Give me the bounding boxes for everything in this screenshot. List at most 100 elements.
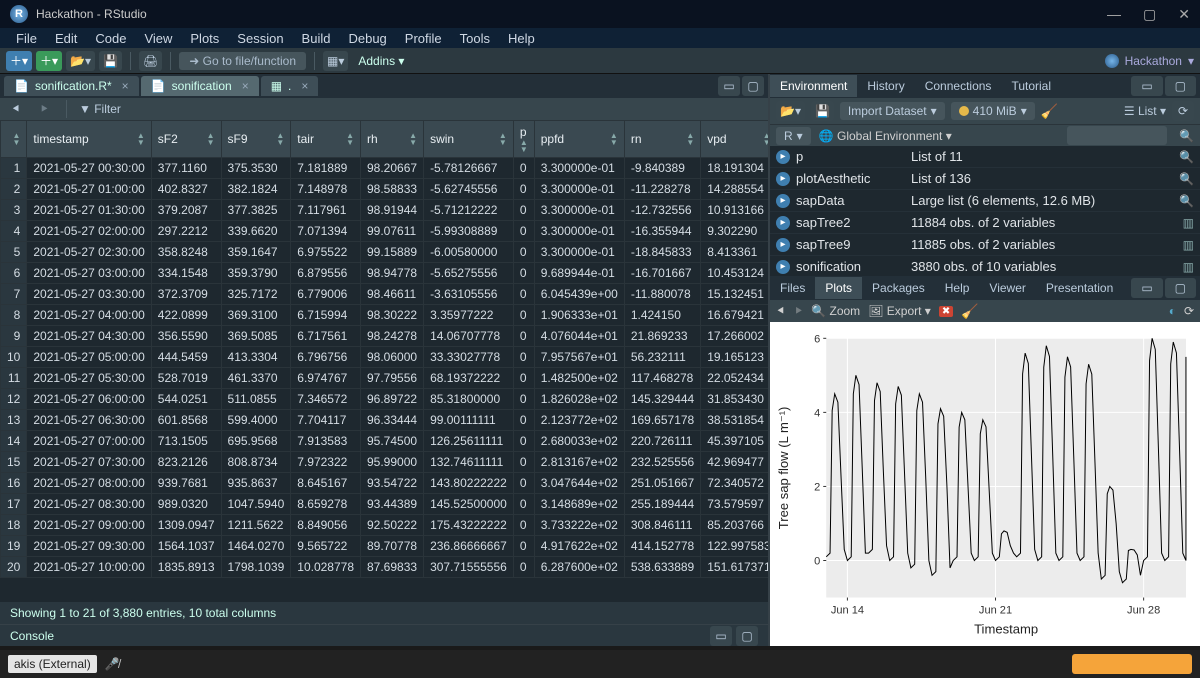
expand-icon[interactable]: ▸ [776, 216, 790, 230]
recording-indicator[interactable] [1072, 654, 1192, 674]
env-item[interactable]: ▸pList of 11🔍 [770, 146, 1200, 168]
plot-prev-button[interactable]: ⯇ [776, 304, 786, 319]
import-dataset-button[interactable]: Import Dataset ▾ [840, 102, 945, 120]
print-button[interactable]: 🖨 [139, 51, 162, 71]
table-row[interactable]: 62021-05-27 03:00:00334.1548359.37906.87… [1, 263, 769, 284]
column-header-rh[interactable]: rh▲▼ [361, 121, 424, 158]
menu-profile[interactable]: Profile [397, 30, 450, 47]
table-row[interactable]: 112021-05-27 05:30:00528.7019461.33706.9… [1, 368, 769, 389]
close-tab-button[interactable]: × [301, 79, 308, 93]
column-header-sF2[interactable]: sF2▲▼ [151, 121, 221, 158]
search-icon[interactable]: 🔍 [1179, 129, 1194, 143]
pane-maximize-button[interactable]: ▢ [742, 76, 764, 96]
clear-plots-button[interactable]: 🧹 [961, 303, 978, 320]
table-row[interactable]: 32021-05-27 01:30:00379.2087377.38257.11… [1, 200, 769, 221]
magnify-icon[interactable]: 🔍 [1179, 194, 1194, 208]
tab-environment[interactable]: Environment [770, 75, 857, 97]
tab-packages[interactable]: Packages [862, 277, 935, 299]
console-minimize-button[interactable]: ▭ [710, 626, 732, 646]
addins-menu[interactable]: Addins ▾ [358, 54, 404, 68]
env-list-mode-button[interactable]: ☰ List ▾ [1124, 104, 1166, 118]
column-header-swin[interactable]: swin▲▼ [424, 121, 514, 158]
table-row[interactable]: 82021-05-27 04:00:00422.0899369.31006.71… [1, 305, 769, 326]
tab-help[interactable]: Help [935, 277, 980, 299]
table-row[interactable]: 142021-05-27 07:00:00713.1505695.95687.9… [1, 431, 769, 452]
grid-icon[interactable]: ▥ [1183, 238, 1194, 252]
column-header-sF9[interactable]: sF9▲▼ [221, 121, 291, 158]
row-number-header[interactable]: ▲▼ [1, 121, 27, 158]
publish-plot-button[interactable]: ◐ [1169, 304, 1176, 318]
plots-pane-maximize-button[interactable]: ▢ [1165, 278, 1196, 298]
table-row[interactable]: 92021-05-27 04:30:00356.5590369.50856.71… [1, 326, 769, 347]
export-button[interactable]: 🖼 Export ▾ [868, 304, 931, 318]
new-file-button[interactable]: ＋▾ [6, 51, 32, 71]
back-button[interactable]: ⯇ [6, 102, 26, 117]
env-pane-maximize-button[interactable]: ▢ [1165, 76, 1196, 96]
language-selector[interactable]: R ▾ [776, 127, 811, 145]
menu-view[interactable]: View [136, 30, 180, 47]
tab-presentation[interactable]: Presentation [1036, 277, 1123, 299]
tab-connections[interactable]: Connections [915, 75, 1002, 97]
save-workspace-button[interactable]: 💾 [811, 101, 834, 121]
open-file-button[interactable]: 📂▾ [66, 51, 95, 71]
data-grid[interactable]: ▲▼timestamp▲▼sF2▲▼sF9▲▼tair▲▼rh▲▼swin▲▼p… [0, 120, 768, 602]
table-row[interactable]: 22021-05-27 01:00:00402.8327382.18247.14… [1, 179, 769, 200]
menu-help[interactable]: Help [500, 30, 543, 47]
close-tab-button[interactable]: × [242, 79, 249, 93]
memory-usage-pill[interactable]: 410 MiB ▾ [951, 102, 1035, 120]
table-row[interactable]: 12021-05-27 00:30:00377.1160375.35307.18… [1, 158, 769, 179]
grid-icon[interactable]: ▥ [1183, 260, 1194, 274]
menu-debug[interactable]: Debug [340, 30, 394, 47]
console-maximize-button[interactable]: ▢ [736, 626, 758, 646]
expand-icon[interactable]: ▸ [776, 194, 790, 208]
tab-files[interactable]: Files [770, 277, 815, 299]
minimize-button[interactable]: — [1107, 6, 1121, 23]
tab-plots[interactable]: Plots [815, 277, 862, 299]
tab-viewer[interactable]: Viewer [979, 277, 1035, 299]
menu-edit[interactable]: Edit [47, 30, 85, 47]
table-row[interactable]: 162021-05-27 08:00:00939.7681935.86378.6… [1, 473, 769, 494]
save-all-button[interactable]: 💾 [99, 51, 122, 71]
column-header-tair[interactable]: tair▲▼ [291, 121, 361, 158]
source-tab[interactable]: 📄sonification.R*× [4, 76, 139, 96]
table-row[interactable]: 132021-05-27 06:30:00601.8568599.40007.7… [1, 410, 769, 431]
menubar[interactable]: FileEditCodeViewPlotsSessionBuildDebugPr… [0, 28, 1200, 48]
pane-minimize-button[interactable]: ▭ [718, 76, 740, 96]
grid-icon[interactable]: ▥ [1183, 216, 1194, 230]
clear-workspace-button[interactable]: 🧹 [1041, 103, 1058, 120]
column-header-ppfd[interactable]: ppfd▲▼ [534, 121, 624, 158]
scope-selector[interactable]: 🌐 Global Environment ▾ [819, 129, 952, 143]
project-menu[interactable]: Hackathon ▾ [1105, 54, 1194, 68]
env-search-input[interactable] [1067, 126, 1167, 145]
magnify-icon[interactable]: 🔍 [1179, 172, 1194, 186]
new-project-button[interactable]: ＋▾ [36, 51, 62, 71]
env-pane-minimize-button[interactable]: ▭ [1131, 76, 1162, 96]
expand-icon[interactable]: ▸ [776, 260, 790, 274]
zoom-button[interactable]: 🔍 Zoom [811, 304, 860, 318]
filter-button[interactable]: ▼ Filter [79, 102, 121, 116]
env-item[interactable]: ▸sonification3880 obs. of 10 variables▥ [770, 256, 1200, 276]
tab-history[interactable]: History [857, 75, 914, 97]
menu-file[interactable]: File [8, 30, 45, 47]
mic-muted-icon[interactable]: 🎤̸ [105, 657, 120, 671]
table-row[interactable]: 172021-05-27 08:30:00989.03201047.59408.… [1, 494, 769, 515]
table-row[interactable]: 182021-05-27 09:00:001309.09471211.56228… [1, 515, 769, 536]
tab-tutorial[interactable]: Tutorial [1001, 75, 1061, 97]
table-row[interactable]: 102021-05-27 05:00:00444.5459413.33046.7… [1, 347, 769, 368]
source-tab[interactable]: 📄sonification× [141, 76, 259, 96]
table-row[interactable]: 52021-05-27 02:30:00358.8248359.16476.97… [1, 242, 769, 263]
load-workspace-button[interactable]: 📂▾ [776, 101, 805, 121]
env-item[interactable]: ▸sapDataLarge list (6 elements, 12.6 MB)… [770, 190, 1200, 212]
column-header-rn[interactable]: rn▲▼ [624, 121, 700, 158]
plot-next-button[interactable]: ⯈ [794, 304, 804, 319]
env-item[interactable]: ▸sapTree211884 obs. of 2 variables▥ [770, 212, 1200, 234]
expand-icon[interactable]: ▸ [776, 150, 790, 164]
env-item[interactable]: ▸plotAestheticList of 136🔍 [770, 168, 1200, 190]
table-row[interactable]: 202021-05-27 10:00:001835.89131798.10391… [1, 557, 769, 578]
maximize-button[interactable]: ▢ [1143, 6, 1156, 23]
console-tab[interactable]: Console ▭ ▢ [0, 624, 768, 646]
grid-view-button[interactable]: ▦▾ [323, 51, 348, 71]
refresh-plot-button[interactable]: ⟳ [1184, 304, 1194, 318]
column-header-vpd[interactable]: vpd▲▼ [701, 121, 768, 158]
goto-file-input[interactable]: ➜ Go to file/function [179, 52, 306, 70]
